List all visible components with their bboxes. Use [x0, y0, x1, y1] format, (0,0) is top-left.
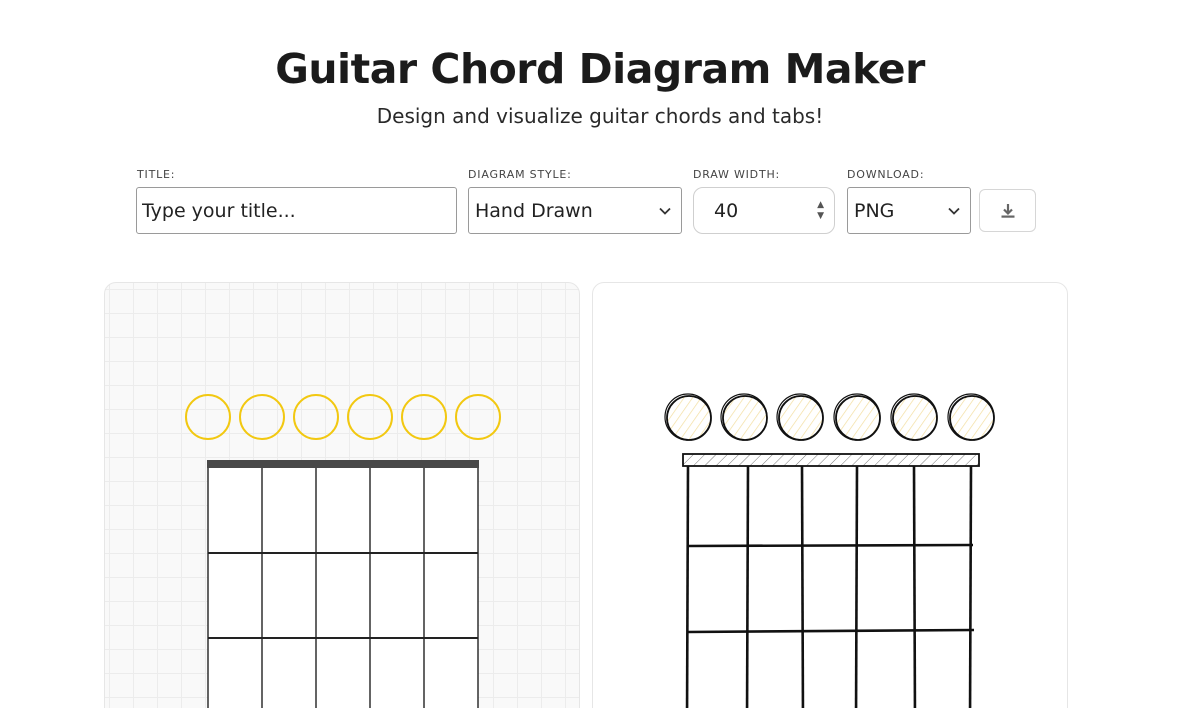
stepper-arrows[interactable]: ▲ ▼ — [817, 200, 824, 222]
open-string-marker[interactable] — [401, 394, 447, 440]
download-format-select[interactable]: PNG — [847, 187, 971, 234]
nut — [207, 460, 479, 468]
sketch-fretboard-svg — [664, 393, 995, 708]
diagram-style-label: DIAGRAM STYLE: — [468, 168, 572, 181]
strings — [685, 465, 973, 708]
open-string-marker[interactable] — [776, 393, 824, 441]
chevron-down-icon — [948, 207, 960, 215]
string-line — [800, 465, 805, 708]
open-string-markers[interactable] — [664, 393, 995, 441]
fretboard-body[interactable] — [208, 468, 478, 708]
open-string-marker[interactable] — [185, 394, 231, 440]
draw-width-value: 40 — [714, 199, 739, 222]
open-string-marker[interactable] — [664, 393, 712, 441]
open-string-marker[interactable] — [239, 394, 285, 440]
page-subtitle: Design and visualize guitar chords and t… — [376, 104, 824, 128]
open-string-markers[interactable] — [185, 394, 501, 440]
open-string-marker[interactable] — [890, 393, 938, 441]
diagram-style-value: Hand Drawn — [475, 199, 593, 222]
chord-diagram-clean[interactable] — [104, 282, 580, 708]
open-string-marker[interactable] — [833, 393, 881, 441]
open-string-marker[interactable] — [347, 394, 393, 440]
nut — [682, 453, 980, 467]
page-title: Guitar Chord Diagram Maker — [275, 40, 925, 98]
stepper-down-icon[interactable]: ▼ — [817, 211, 824, 222]
fret-line — [686, 543, 974, 548]
frets — [686, 543, 975, 634]
page-title-text: Guitar Chord Diagram Maker — [275, 45, 925, 93]
header: Guitar Chord Diagram Maker — [0, 40, 1200, 98]
chord-diagram-hand-drawn[interactable] — [592, 282, 1068, 708]
open-string-marker[interactable] — [455, 394, 501, 440]
chevron-down-icon — [659, 207, 671, 215]
string-line — [968, 465, 973, 708]
title-input[interactable] — [137, 188, 456, 233]
diagram-style-select[interactable]: Hand Drawn — [468, 187, 682, 234]
draw-width-stepper[interactable]: 40 ▲ ▼ — [693, 187, 835, 234]
stepper-up-icon[interactable]: ▲ — [817, 200, 824, 211]
open-string-marker[interactable] — [720, 393, 768, 441]
string-line — [854, 465, 859, 708]
string-line — [745, 465, 750, 708]
fret-line — [686, 628, 975, 634]
download-button[interactable] — [979, 189, 1036, 232]
open-string-marker[interactable] — [947, 393, 995, 441]
draw-width-label: DRAW WIDTH: — [693, 168, 781, 181]
download-label: DOWNLOAD: — [847, 168, 925, 181]
download-icon — [1001, 203, 1014, 218]
string-line — [685, 465, 690, 708]
title-label: TITLE: — [137, 168, 176, 181]
download-format-value: PNG — [854, 199, 895, 222]
string-line — [912, 465, 917, 708]
open-string-marker[interactable] — [293, 394, 339, 440]
title-field[interactable] — [136, 187, 457, 234]
clean-fretboard-svg — [185, 394, 501, 708]
